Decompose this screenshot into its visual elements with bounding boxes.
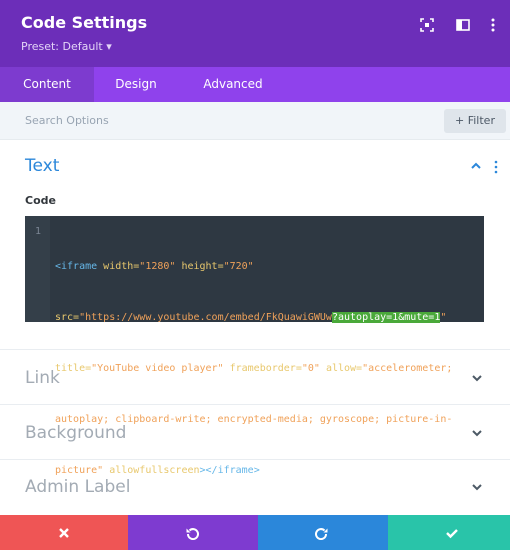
chevron-up-icon[interactable]	[469, 160, 483, 172]
code-content[interactable]: <iframe width="1280" height="720" src="h…	[55, 224, 479, 513]
code-field-label: Code	[25, 194, 56, 207]
section-title-background[interactable]: Background	[25, 423, 126, 443]
close-icon	[59, 528, 69, 538]
code-line: title="YouTube video player" frameborder…	[55, 363, 453, 374]
search-bar: + Filter	[0, 102, 510, 140]
code-editor[interactable]: 1 <iframe width="1280" height="720" src=…	[25, 216, 484, 476]
tab-advanced[interactable]: Advanced	[178, 67, 288, 102]
preset-selector[interactable]: Preset: Default ▾	[21, 40, 112, 53]
redo-button[interactable]	[258, 515, 388, 550]
section-title-link[interactable]: Link	[25, 368, 60, 388]
text-caret	[259, 463, 261, 475]
columns-icon[interactable]	[455, 17, 471, 33]
kebab-menu-icon[interactable]	[485, 17, 501, 33]
chevron-down-icon[interactable]	[470, 482, 484, 492]
section-divider	[0, 404, 510, 405]
save-button[interactable]	[388, 515, 510, 550]
undo-icon	[186, 528, 199, 540]
code-line: <iframe width="1280" height="720"	[55, 261, 254, 272]
settings-header: Code Settings Preset: Default ▾	[0, 0, 510, 67]
expand-icon[interactable]	[419, 17, 435, 33]
line-number: 1	[35, 226, 42, 237]
cancel-button[interactable]	[0, 515, 128, 550]
redo-icon	[315, 528, 328, 540]
tab-design[interactable]: Design	[94, 67, 178, 102]
tab-bar: Content Design Advanced	[0, 67, 510, 102]
code-line: src="https://www.youtube.com/embed/FkQua…	[55, 312, 447, 323]
section-title-admin-label[interactable]: Admin Label	[25, 477, 130, 497]
chevron-down-icon[interactable]	[470, 373, 484, 383]
highlighted-text: ?autoplay=1&mute=1	[331, 312, 441, 323]
check-icon	[446, 529, 458, 539]
section-title-text[interactable]: Text	[25, 156, 59, 176]
section-divider	[0, 459, 510, 460]
section-divider	[0, 349, 510, 350]
search-input[interactable]	[0, 102, 440, 139]
chevron-down-icon[interactable]	[470, 428, 484, 438]
undo-button[interactable]	[128, 515, 258, 550]
section-options-icon[interactable]	[493, 160, 499, 174]
line-gutter: 1	[25, 216, 50, 322]
modal-title: Code Settings	[21, 13, 148, 32]
filter-button[interactable]: + Filter	[444, 109, 506, 133]
tab-content[interactable]: Content	[0, 67, 94, 102]
action-bar	[0, 515, 510, 550]
